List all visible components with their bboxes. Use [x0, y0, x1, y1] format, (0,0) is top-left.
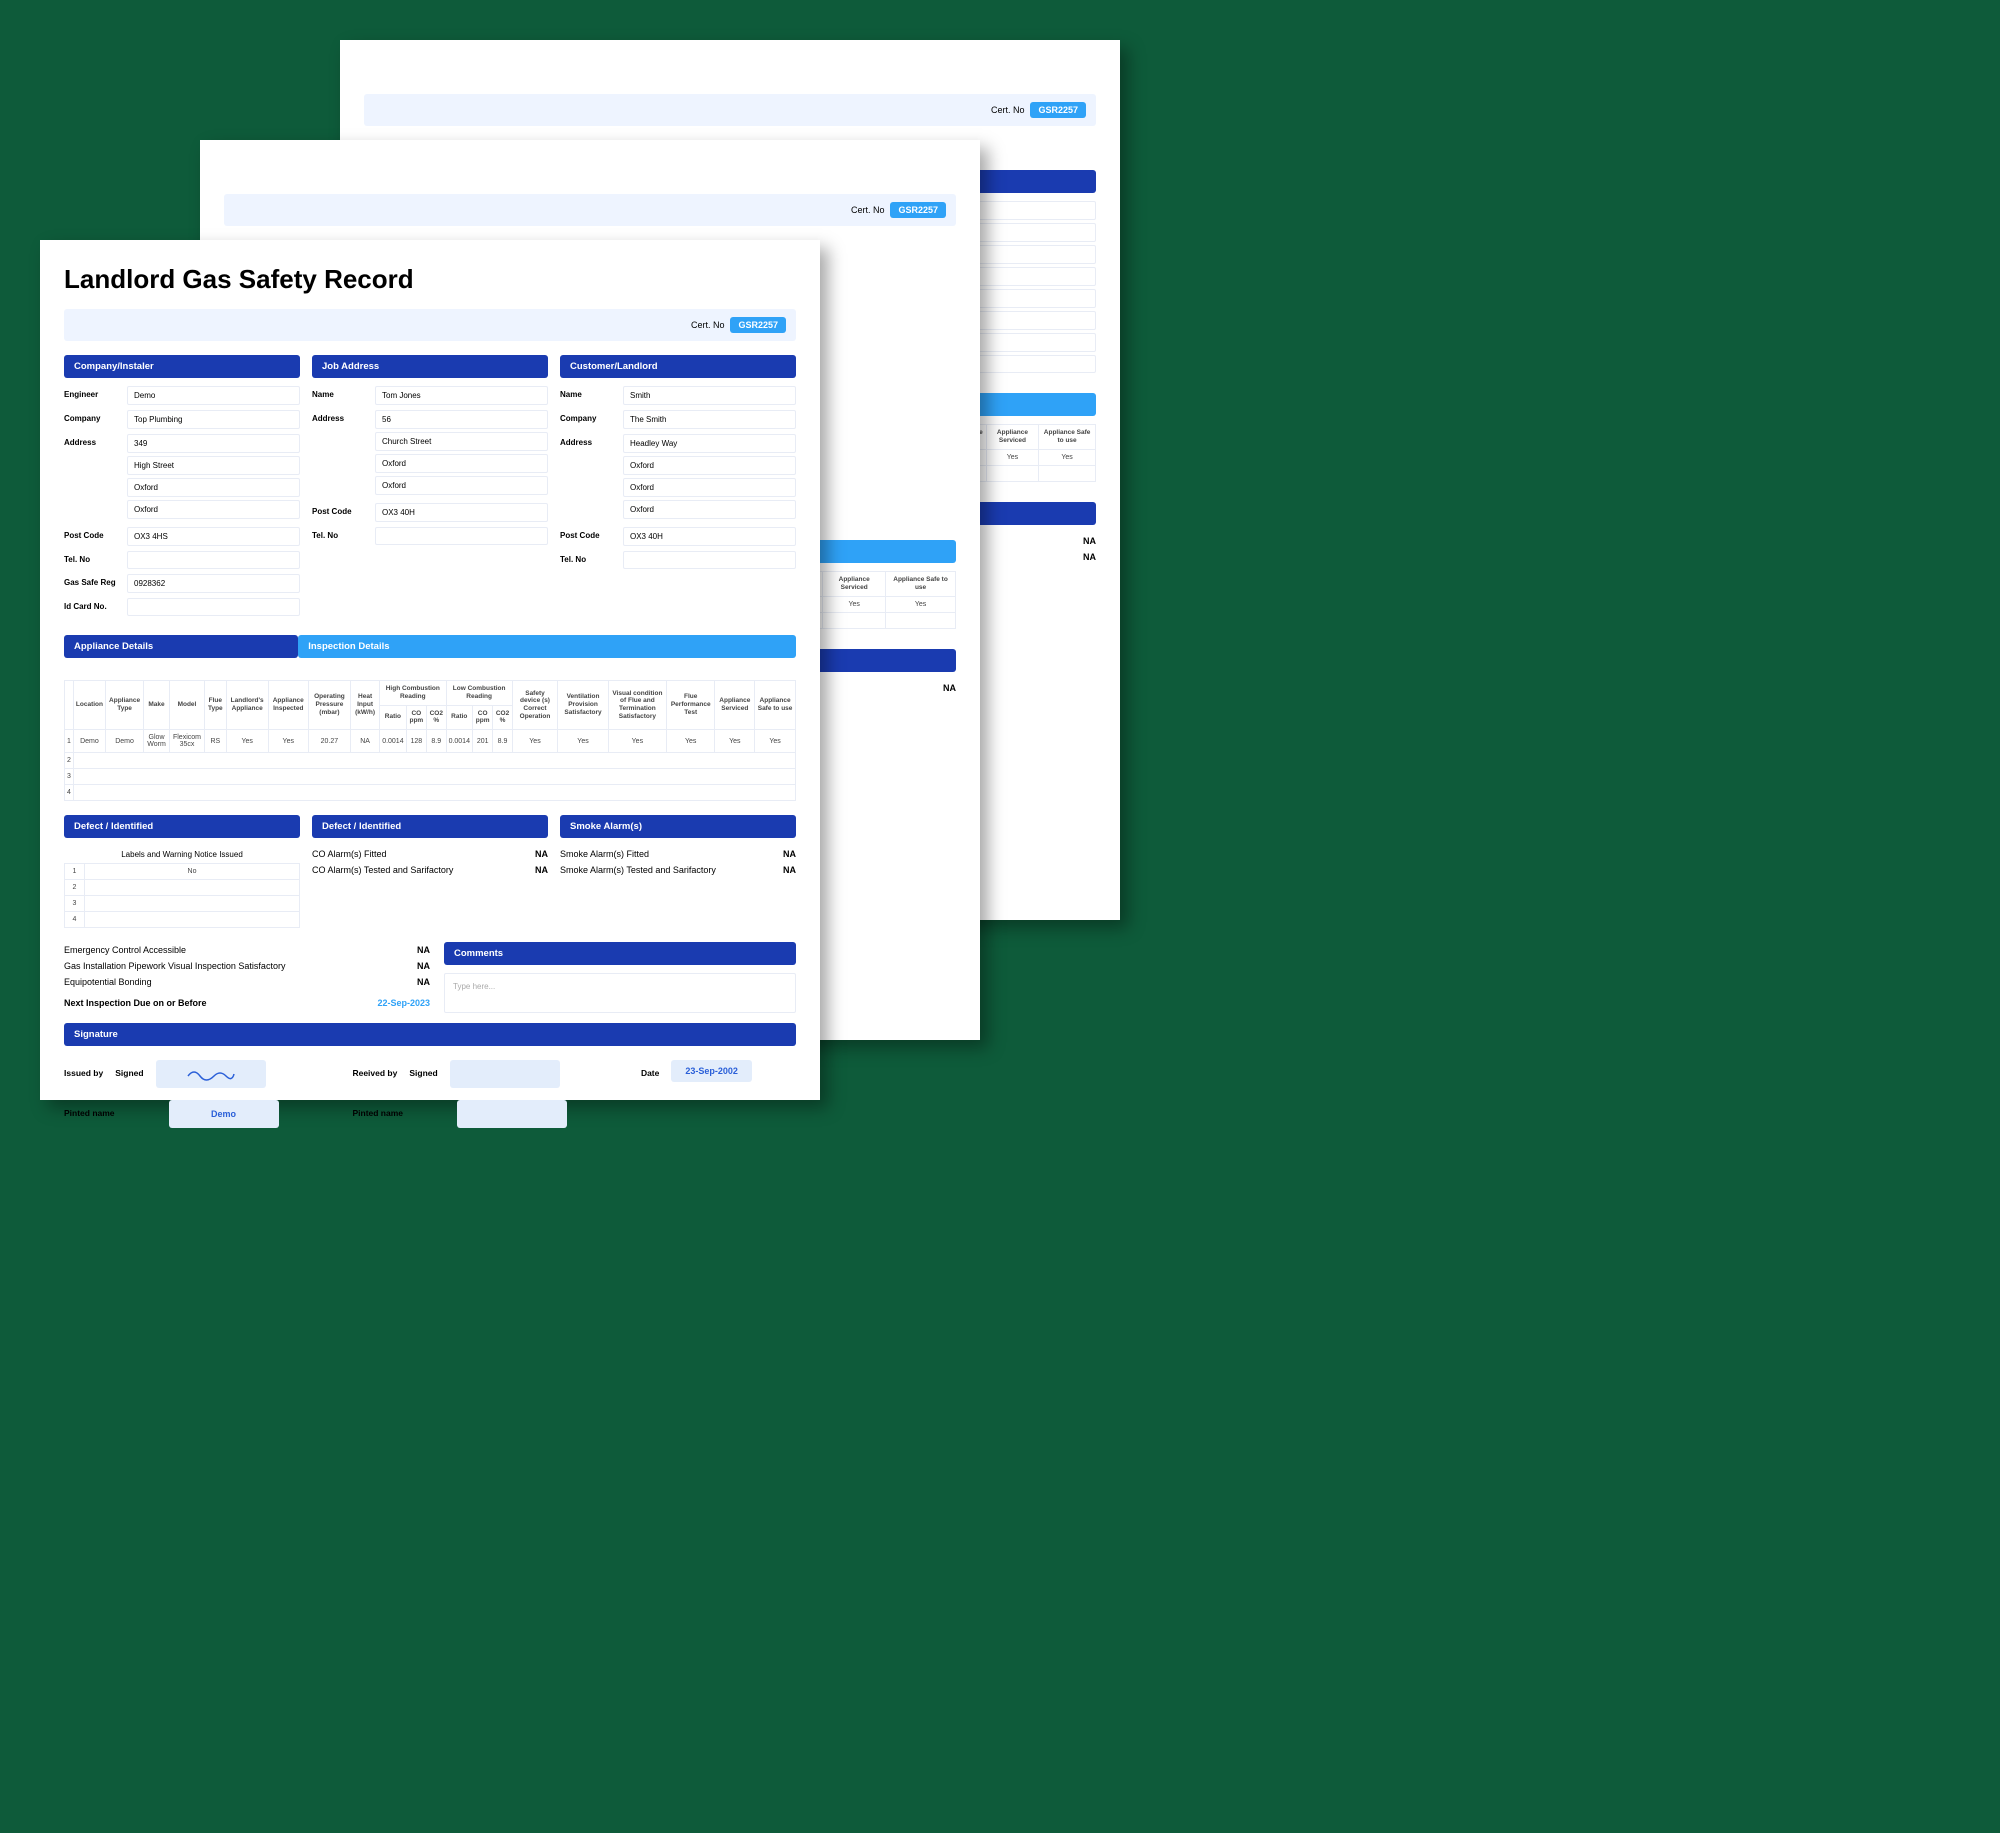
- customer-panel: Customer/Landlord NameSmith CompanyThe S…: [560, 355, 796, 621]
- smoke-fitted-value-back: NA: [1083, 536, 1096, 546]
- printed-name-label-1: Pinted name: [64, 1100, 115, 1128]
- cust-addr1: Oxford: [623, 456, 796, 475]
- check1-label: Gas Installation Pipework Visual Inspect…: [64, 961, 285, 971]
- job-postcode: OX3 40H: [375, 503, 548, 522]
- cust-company: The Smith: [623, 410, 796, 429]
- smoke-tested-value-back: NA: [1083, 552, 1096, 562]
- job-addr3: Oxford: [375, 476, 548, 495]
- job-header: Job Address: [312, 355, 548, 378]
- labels-issued-header: Labels and Warning Notice Issued: [64, 846, 300, 863]
- id-card-no: [127, 598, 300, 616]
- labels-table: 1No 2 3 4: [64, 863, 300, 928]
- customer-header: Customer/Landlord: [560, 355, 796, 378]
- defect-panel-2: Defect / Identified CO Alarm(s) Fitted NA…: [312, 815, 548, 928]
- issued-printed-name: Demo: [169, 1100, 279, 1128]
- cert-no-label: Cert. No: [991, 105, 1025, 115]
- received-signature-box[interactable]: [450, 1060, 560, 1088]
- job-addr2: Oxford: [375, 454, 548, 473]
- table-row: 2: [65, 753, 796, 769]
- check2-label: Equipotential Bonding: [64, 977, 152, 987]
- installer-header: Company/Instaler: [64, 355, 300, 378]
- company-field: Top Plumbing: [127, 410, 300, 429]
- co-fitted-label: CO Alarm(s) Fitted: [312, 849, 387, 859]
- installer-tel: [127, 551, 300, 569]
- received-printed-name: [457, 1100, 567, 1128]
- installer-addr1: High Street: [127, 456, 300, 475]
- job-addr1: Church Street: [375, 432, 548, 451]
- gas-safe-reg: 0928362: [127, 574, 300, 593]
- signed-label-1: Signed: [115, 1060, 143, 1088]
- smoke-fitted-label: Smoke Alarm(s) Fitted: [560, 849, 649, 859]
- issued-by-label: Issued by: [64, 1060, 103, 1088]
- table-header-row: Location Appliance Type Make Model Flue …: [65, 681, 796, 706]
- issued-signature-box[interactable]: [156, 1060, 266, 1088]
- engineer-field: Demo: [127, 386, 300, 405]
- job-tel: [375, 527, 548, 545]
- cert-no-label: Cert. No: [691, 320, 725, 330]
- job-panel: Job Address NameTom Jones Address 56 Chu…: [312, 355, 548, 621]
- cust-addr3: Oxford: [623, 500, 796, 519]
- check2-value: NA: [417, 977, 430, 987]
- check0-value: NA: [417, 945, 430, 955]
- certificate-card-front: Landlord Gas Safety Record Cert. No GSR2…: [40, 240, 820, 1100]
- cust-postcode: OX3 40H: [623, 527, 796, 546]
- date-label: Date: [641, 1060, 659, 1082]
- installer-addr0: 349: [127, 434, 300, 453]
- check0-label: Emergency Control Accessible: [64, 945, 186, 955]
- cert-bar2: Cert. No GSR2257: [224, 194, 956, 226]
- table-row: 3: [65, 769, 796, 785]
- job-addr0: 56: [375, 410, 548, 429]
- co-tested-label: CO Alarm(s) Tested and Sarifactory: [312, 865, 453, 875]
- page-title: Landlord Gas Safety Record: [64, 264, 796, 295]
- cert-no-badge: GSR2257: [730, 317, 786, 333]
- defect-header-1: Defect / Identified: [64, 815, 300, 838]
- defect-header-2: Defect / Identified: [312, 815, 548, 838]
- cust-tel: [623, 551, 796, 569]
- cust-addr0: Headley Way: [623, 434, 796, 453]
- smoke-fitted-value: NA: [783, 849, 796, 859]
- installer-panel: Company/Instaler EngineerDemo CompanyTop…: [64, 355, 300, 621]
- installer-postcode: OX3 4HS: [127, 527, 300, 546]
- co-tested-value: NA: [535, 865, 548, 875]
- defect-panel-1: Defect / Identified Labels and Warning N…: [64, 815, 300, 928]
- check1-value: NA: [417, 961, 430, 971]
- comments-header: Comments: [444, 942, 796, 965]
- signed-label-2: Signed: [409, 1060, 437, 1088]
- table-row: 1DemoDemoGlow WormFlexicom 35cxRS YesYes…: [65, 730, 796, 753]
- printed-name-label-2: Pinted name: [352, 1100, 403, 1128]
- cert-bar: Cert. No GSR2257: [364, 94, 1096, 126]
- signature-date: 23-Sep-2002: [671, 1060, 752, 1082]
- appliance-inspection-table: Location Appliance Type Make Model Flue …: [64, 680, 796, 801]
- cust-name: Smith: [623, 386, 796, 405]
- smoke-panel: Smoke Alarm(s) Smoke Alarm(s) Fitted NA S…: [560, 815, 796, 928]
- next-inspection-date: 22-Sep-2023: [377, 998, 430, 1008]
- appliance-header: Appliance Details: [64, 635, 298, 658]
- received-by-label: Reeived by: [352, 1060, 397, 1088]
- smoke-tested-value: NA: [783, 865, 796, 875]
- comments-panel: Comments Type here...: [444, 942, 796, 1013]
- cert-no-badge: GSR2257: [1030, 102, 1086, 118]
- installer-addr3: Oxford: [127, 500, 300, 519]
- cust-addr2: Oxford: [623, 478, 796, 497]
- smoke-header: Smoke Alarm(s): [560, 815, 796, 838]
- inspection-header: Inspection Details: [298, 635, 796, 658]
- job-name: Tom Jones: [375, 386, 548, 405]
- co-fitted-value: NA: [535, 849, 548, 859]
- signature-header: Signature: [64, 1023, 796, 1046]
- next-inspection-label: Next Inspection Due on or Before: [64, 998, 207, 1008]
- installer-addr2: Oxford: [127, 478, 300, 497]
- checks-panel: Emergency Control Accessible NA Gas Insta…: [64, 942, 430, 1013]
- comments-input[interactable]: Type here...: [444, 973, 796, 1013]
- smoke-tested-label: Smoke Alarm(s) Tested and Sarifactory: [560, 865, 716, 875]
- cert-bar-front: Cert. No GSR2257: [64, 309, 796, 341]
- table-row: 4: [65, 785, 796, 801]
